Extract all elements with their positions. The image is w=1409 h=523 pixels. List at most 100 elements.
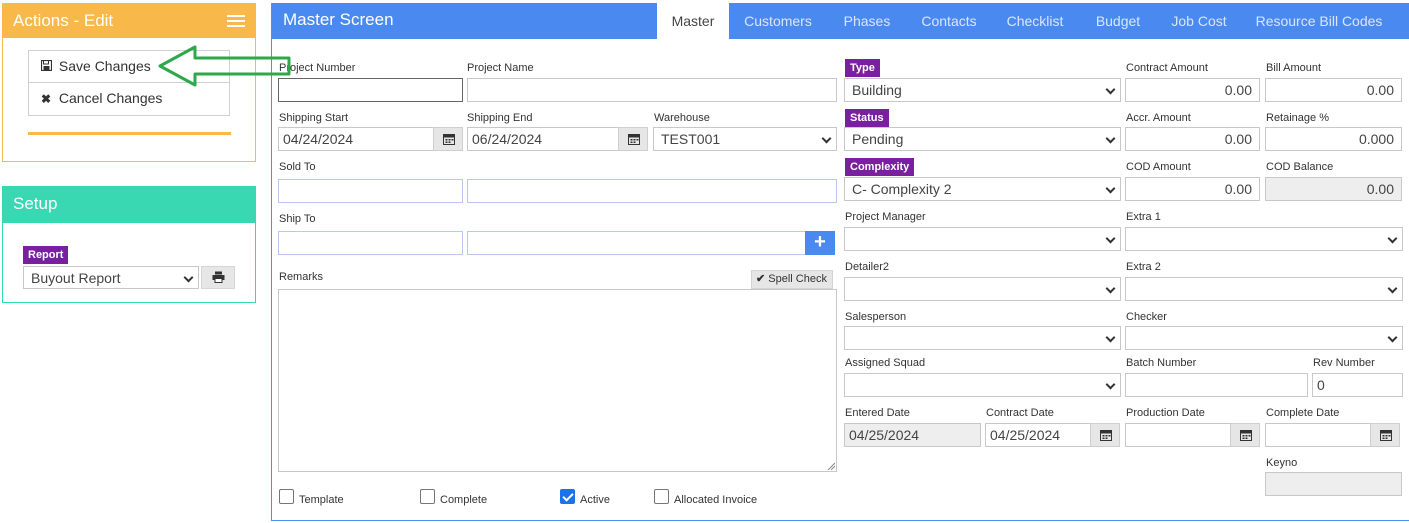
project-name-input[interactable] [467, 78, 837, 102]
cod-balance-label: COD Balance [1266, 161, 1334, 173]
print-button[interactable] [201, 266, 235, 289]
production-date-input[interactable] [1125, 423, 1232, 447]
allocated-invoice-checkbox[interactable] [654, 489, 669, 504]
shipping-end-label: Shipping End [467, 112, 533, 124]
chevron-down-icon [1105, 283, 1116, 294]
template-label: Template [299, 494, 344, 506]
chevron-down-icon [1105, 183, 1116, 194]
batch-number-input[interactable] [1125, 373, 1308, 397]
cod-balance-input[interactable]: 0.00 [1265, 177, 1402, 201]
tab-phases[interactable]: Phases [832, 3, 902, 39]
resize-grip-icon[interactable] [827, 462, 835, 470]
production-date-calendar-button[interactable] [1230, 423, 1260, 447]
warehouse-value: TEST001 [661, 131, 721, 147]
cancel-changes-label: Cancel Changes [58, 90, 163, 106]
project-manager-select[interactable] [844, 227, 1121, 251]
extra1-select[interactable] [1125, 227, 1403, 251]
chevron-down-icon [1105, 233, 1116, 244]
accr-amount-input[interactable]: 0.00 [1125, 127, 1260, 151]
project-manager-label: Project Manager [845, 211, 926, 223]
calendar-icon [443, 134, 455, 145]
complexity-select[interactable]: C- Complexity 2 [844, 177, 1121, 201]
contract-date-calendar-button[interactable] [1090, 423, 1120, 447]
actions-title: Actions - Edit [13, 11, 114, 30]
complexity-value: C- Complexity 2 [852, 181, 952, 197]
ship-to-name-input[interactable] [467, 231, 807, 255]
bill-amount-input[interactable]: 0.00 [1265, 78, 1402, 102]
tab-checklist[interactable]: Checklist [997, 3, 1073, 39]
shipping-end-input[interactable]: 06/24/2024 [467, 127, 620, 151]
assigned-squad-select[interactable] [844, 373, 1121, 397]
keyno-input[interactable] [1265, 472, 1402, 496]
shipping-start-label: Shipping Start [279, 112, 349, 124]
detailer2-select[interactable] [844, 277, 1121, 301]
ship-to-code-input[interactable] [278, 231, 463, 255]
status-value: Pending [852, 131, 904, 147]
salesperson-label: Salesperson [845, 311, 907, 323]
setup-panel: Setup Report Buyout Report [2, 186, 256, 303]
retainage-label: Retainage % [1266, 112, 1329, 124]
complete-date-calendar-button[interactable] [1370, 423, 1400, 447]
sold-to-code-input[interactable] [278, 179, 463, 203]
setup-title: Setup [13, 194, 58, 213]
ship-to-label: Ship To [279, 213, 316, 225]
retainage-input[interactable]: 0.000 [1265, 127, 1402, 151]
calendar-icon [1380, 430, 1392, 441]
tab-job-cost[interactable]: Job Cost [1162, 3, 1236, 39]
shipping-start-calendar-button[interactable] [433, 127, 463, 151]
tab-resource-bill-codes[interactable]: Resource Bill Codes [1247, 3, 1391, 39]
entered-date-input[interactable]: 04/25/2024 [844, 423, 981, 447]
checker-label: Checker [1126, 311, 1167, 323]
actions-divider [28, 132, 231, 135]
calendar-icon [628, 134, 640, 145]
tab-customers[interactable]: Customers [735, 3, 821, 39]
report-label: Report [23, 246, 69, 264]
shipping-end-calendar-button[interactable] [618, 127, 648, 151]
annotation-arrow-icon [158, 45, 291, 87]
remarks-textarea[interactable] [278, 289, 837, 472]
extra2-select[interactable] [1125, 277, 1403, 301]
checker-select[interactable] [1125, 326, 1403, 350]
add-ship-to-button[interactable]: + [805, 231, 835, 255]
active-label: Active [580, 494, 610, 506]
salesperson-select[interactable] [844, 326, 1121, 350]
production-date-label: Production Date [1126, 407, 1205, 419]
active-checkbox[interactable] [560, 489, 575, 504]
assigned-squad-label: Assigned Squad [845, 357, 926, 369]
sold-to-name-input[interactable] [467, 179, 837, 203]
complete-date-input[interactable] [1265, 423, 1372, 447]
plus-icon: + [814, 231, 826, 253]
tab-contacts[interactable]: Contacts [912, 3, 986, 39]
contract-date-input[interactable]: 04/25/2024 [985, 423, 1092, 447]
save-changes-label: Save Changes [58, 58, 151, 74]
complete-checkbox[interactable] [420, 489, 435, 504]
keyno-label: Keyno [1266, 457, 1298, 469]
calendar-icon [1100, 430, 1112, 441]
warehouse-select[interactable]: TEST001 [653, 127, 837, 151]
status-select[interactable]: Pending [844, 127, 1121, 151]
template-checkbox[interactable] [279, 489, 294, 504]
tab-budget[interactable]: Budget [1085, 3, 1151, 39]
warehouse-label: Warehouse [654, 112, 710, 124]
spell-check-button[interactable]: ✔ Spell Check [751, 270, 833, 289]
save-icon [40, 52, 55, 83]
chevron-down-icon [821, 133, 832, 144]
type-select[interactable]: Building [844, 78, 1121, 102]
rev-number-input[interactable]: 0 [1312, 373, 1403, 397]
chevron-down-icon [1387, 233, 1398, 244]
complete-date-label: Complete Date [1266, 407, 1340, 419]
contract-amount-input[interactable]: 0.00 [1125, 78, 1260, 102]
print-icon [212, 271, 224, 283]
cod-amount-input[interactable]: 0.00 [1125, 177, 1260, 201]
calendar-icon [1240, 430, 1252, 441]
menu-icon[interactable] [227, 15, 245, 28]
report-select-value: Buyout Report [31, 270, 121, 286]
check-icon: ✔ [756, 273, 766, 285]
report-select[interactable]: Buyout Report [23, 266, 199, 289]
project-number-input[interactable] [278, 78, 463, 102]
contract-date-label: Contract Date [986, 407, 1054, 419]
shipping-start-input[interactable]: 04/24/2024 [278, 127, 434, 151]
chevron-down-icon [1387, 332, 1398, 343]
batch-number-label: Batch Number [1126, 357, 1197, 369]
tab-master[interactable]: Master [657, 3, 729, 39]
